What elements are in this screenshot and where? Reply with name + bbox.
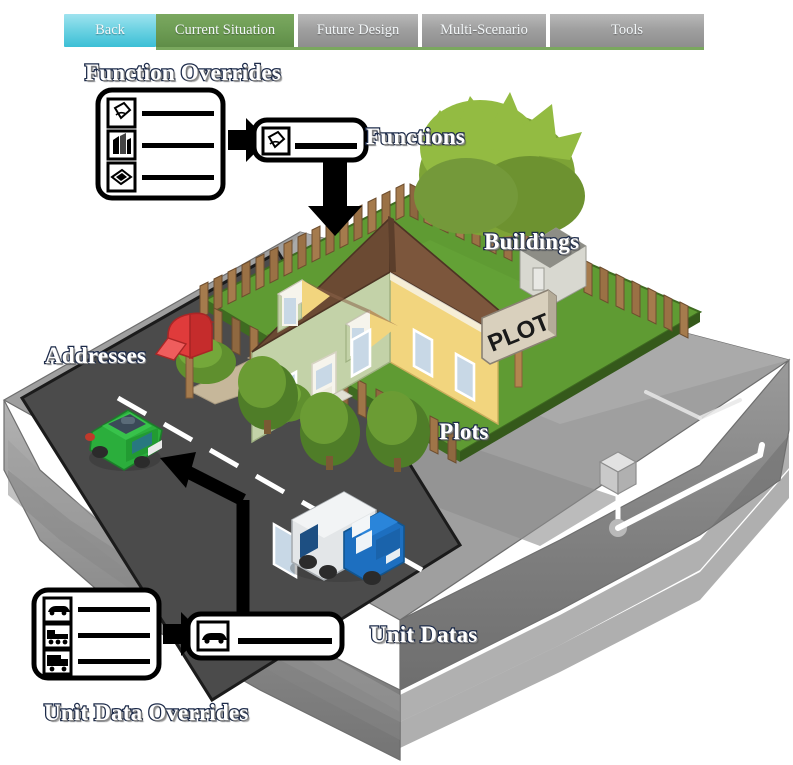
tab-tools-label: Tools — [610, 22, 644, 38]
house-door — [304, 350, 354, 415]
row-line — [142, 175, 214, 180]
walkway — [186, 329, 342, 409]
terrain-block — [2, 231, 791, 761]
box-truck-icon — [42, 648, 73, 676]
row-line — [78, 659, 150, 664]
tab-current-situation-label: Current Situation — [174, 22, 276, 38]
road-centre-line — [116, 395, 424, 573]
tab-current-situation[interactable]: Current Situation — [156, 14, 296, 47]
unit-data-overrides-panel[interactable] — [31, 587, 203, 681]
house-windows-left — [276, 327, 372, 421]
tab-multi-scenario[interactable]: Multi-Scenario — [422, 14, 548, 47]
car-icon — [42, 596, 73, 624]
row-line — [78, 607, 150, 612]
house-windows-right — [412, 327, 476, 403]
mailbox — [154, 312, 215, 399]
label-functions: Functions — [365, 123, 466, 151]
row-line — [142, 143, 214, 148]
label-buildings: Buildings — [483, 228, 581, 256]
unit-datas-card[interactable] — [160, 452, 345, 661]
row-line — [78, 633, 150, 638]
function-overrides-panel[interactable] — [95, 87, 268, 201]
dormer-right — [344, 308, 398, 364]
plot-parallelogram-icon — [106, 161, 137, 193]
car-icon — [196, 620, 230, 652]
row-line — [142, 111, 214, 116]
label-unit-datas: Unit Datas — [369, 621, 479, 649]
tab-bar: Back Current Situation Future Design Mul… — [0, 0, 793, 52]
plot-sign-text: PLOT — [484, 308, 554, 357]
arrow-to-unit-datas-icon — [163, 612, 203, 656]
plot-sign: PLOT — [481, 289, 557, 388]
label-plots: Plots — [438, 418, 490, 446]
blue-truck[interactable] — [290, 491, 405, 585]
isometric-scene: PLOT — [0, 0, 793, 765]
semi-truck-icon — [42, 622, 73, 650]
arrow-to-house-icon — [308, 160, 362, 236]
row-line — [295, 143, 357, 149]
tab-future-design-label: Future Design — [316, 22, 400, 38]
yard-trees — [238, 356, 430, 472]
guide-lines — [615, 390, 765, 531]
tab-future-design[interactable]: Future Design — [298, 14, 420, 47]
tab-back[interactable]: Back — [64, 14, 156, 47]
background-tree — [414, 92, 585, 237]
dormer-left — [276, 278, 330, 334]
tab-tools[interactable]: Tools — [550, 14, 704, 47]
tab-underline — [156, 47, 704, 50]
function-symbol-icon — [261, 126, 291, 156]
label-addresses: Addresses — [44, 342, 147, 370]
label-unit-data-overrides: Unit Data Overrides — [43, 699, 250, 727]
cube-marker — [598, 451, 638, 537]
house — [251, 216, 524, 579]
label-function-overrides: Function Overrides — [84, 59, 282, 87]
green-car[interactable] — [85, 409, 163, 471]
arrow-to-green-car-icon — [160, 452, 250, 614]
building-icon — [106, 129, 137, 161]
row-line — [238, 638, 332, 644]
arrow-to-functions-icon — [228, 118, 268, 162]
shrubs — [176, 336, 312, 422]
function-symbol-icon — [106, 97, 137, 129]
tab-back-label: Back — [95, 22, 125, 38]
functions-card[interactable] — [251, 117, 369, 236]
tab-multi-scenario-label: Multi-Scenario — [440, 22, 528, 38]
